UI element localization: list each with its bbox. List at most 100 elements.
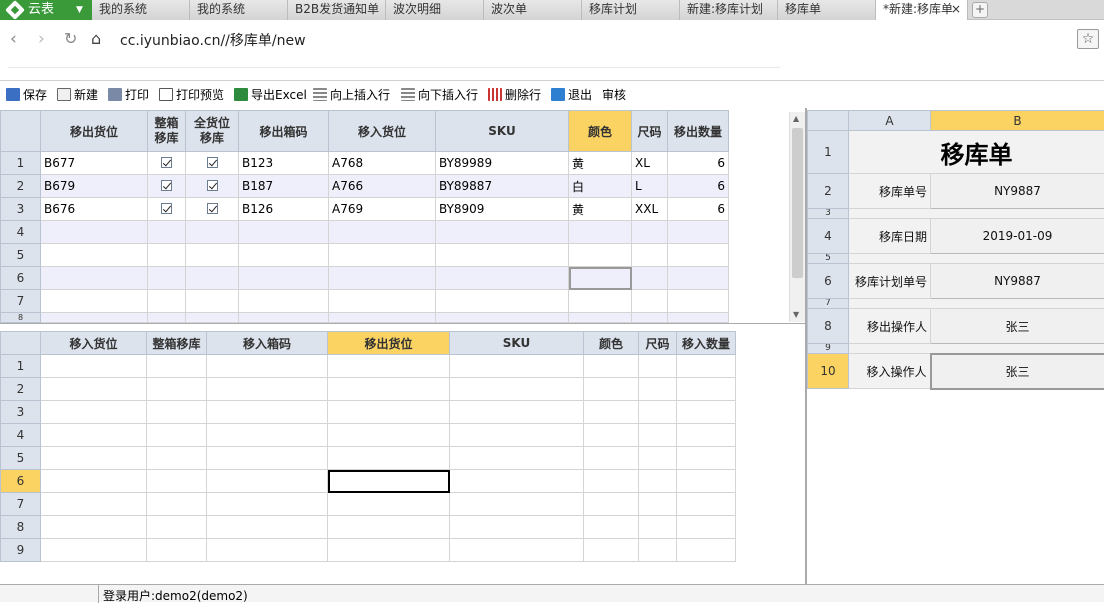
cell[interactable] [207, 516, 328, 539]
col-header[interactable]: 移入箱码 [207, 332, 328, 355]
row-number[interactable]: 3 [1, 401, 41, 424]
cell-to-loc[interactable]: A766 [329, 175, 436, 198]
cell-size[interactable]: L [632, 175, 668, 198]
row-number[interactable]: 7 [1, 290, 41, 313]
row-number[interactable]: 8 [1, 516, 41, 539]
cell[interactable] [677, 424, 736, 447]
cell[interactable] [639, 378, 677, 401]
out-operator-field[interactable]: 张三 [931, 309, 1104, 344]
tab-new-transfer-plan[interactable]: 新建:移库计划 [680, 0, 778, 20]
cell[interactable] [239, 221, 329, 244]
tab-wave-order[interactable]: 波次单 [484, 0, 582, 20]
cell[interactable] [147, 470, 207, 493]
forward-icon[interactable]: › [38, 29, 45, 49]
col-header[interactable]: 整箱移库 [148, 111, 186, 152]
cell[interactable] [677, 401, 736, 424]
checkbox-whole-box[interactable] [161, 157, 172, 168]
save-button[interactable]: 保存 [6, 84, 47, 106]
cell[interactable] [450, 378, 584, 401]
plan-no-field[interactable]: NY9887 [931, 264, 1104, 299]
cell-box-code[interactable]: B126 [239, 198, 329, 221]
scroll-up-icon[interactable]: ▲ [793, 114, 799, 123]
cell[interactable] [668, 313, 729, 323]
cell[interactable] [328, 447, 450, 470]
cell-from-loc[interactable]: B677 [41, 152, 148, 175]
cell[interactable] [239, 313, 329, 323]
cell-sku[interactable]: BY8909 [436, 198, 569, 221]
cell[interactable] [569, 244, 632, 267]
cell[interactable] [147, 355, 207, 378]
chevron-down-icon[interactable]: ▼ [76, 2, 88, 18]
row-number[interactable]: 9 [1, 539, 41, 562]
cell[interactable] [569, 290, 632, 313]
col-header[interactable]: 移出数量 [668, 111, 729, 152]
cell-qty[interactable]: 6 [668, 152, 729, 175]
cell[interactable] [668, 290, 729, 313]
insert-row-below-button[interactable]: 向下插入行 [401, 84, 478, 106]
cell[interactable] [639, 447, 677, 470]
cell[interactable] [147, 539, 207, 562]
col-header[interactable]: SKU [450, 332, 584, 355]
row-number[interactable]: 1 [1, 152, 41, 175]
cell-from-loc[interactable]: B676 [41, 198, 148, 221]
cell[interactable] [147, 424, 207, 447]
cell[interactable] [186, 290, 239, 313]
row-number[interactable]: 1 [808, 131, 849, 174]
row-number[interactable]: 5 [1, 447, 41, 470]
cell[interactable] [639, 401, 677, 424]
cell[interactable] [186, 267, 239, 290]
cell[interactable] [41, 221, 148, 244]
cell[interactable] [632, 313, 668, 323]
checkbox-whole-box[interactable] [161, 180, 172, 191]
cell[interactable] [329, 313, 436, 323]
cell[interactable] [329, 267, 436, 290]
refresh-icon[interactable]: ↻ [64, 29, 77, 49]
print-button[interactable]: 打印 [108, 84, 149, 106]
col-header[interactable]: 颜色 [569, 111, 632, 152]
cell[interactable] [147, 378, 207, 401]
cell[interactable] [436, 221, 569, 244]
cell-color[interactable]: 黄 [569, 152, 632, 175]
cell[interactable] [186, 313, 239, 323]
col-header[interactable]: 移出货位 [328, 332, 450, 355]
cell-sku[interactable]: BY89989 [436, 152, 569, 175]
delete-row-button[interactable]: 删除行 [488, 84, 541, 106]
cell[interactable] [207, 401, 328, 424]
row-number[interactable]: 6 [808, 264, 849, 299]
cell[interactable] [328, 539, 450, 562]
cell-qty[interactable]: 6 [668, 198, 729, 221]
row-number[interactable]: 4 [808, 219, 849, 254]
cell[interactable] [436, 244, 569, 267]
row-number[interactable]: 10 [808, 354, 849, 389]
checkbox-full-loc[interactable] [207, 157, 218, 168]
cell[interactable] [677, 470, 736, 493]
back-icon[interactable]: ‹ [10, 29, 17, 49]
cell[interactable] [239, 290, 329, 313]
cell[interactable] [450, 539, 584, 562]
cell[interactable] [41, 290, 148, 313]
cell[interactable] [569, 313, 632, 323]
cell[interactable] [450, 470, 584, 493]
cell-to-loc[interactable]: A768 [329, 152, 436, 175]
cell[interactable] [148, 267, 186, 290]
scroll-down-icon[interactable]: ▼ [793, 310, 799, 319]
cell[interactable] [207, 378, 328, 401]
tab-transfer-order[interactable]: 移库单 [778, 0, 876, 20]
cell-color[interactable]: 白 [569, 175, 632, 198]
cell[interactable] [677, 447, 736, 470]
selected-cell[interactable] [328, 470, 450, 493]
row-number[interactable]: 7 [808, 299, 849, 309]
cell[interactable] [639, 355, 677, 378]
cell[interactable] [436, 267, 569, 290]
cell[interactable] [450, 516, 584, 539]
cell[interactable] [584, 539, 639, 562]
tab-transfer-plan[interactable]: 移库计划 [582, 0, 680, 20]
tab-my-system-1[interactable]: 我的系统 [92, 0, 190, 20]
cell[interactable] [450, 424, 584, 447]
row-number[interactable]: 6 [1, 267, 41, 290]
row-number[interactable]: 6 [1, 470, 41, 493]
horizontal-splitter[interactable] [0, 323, 806, 331]
audit-button[interactable]: 审核 [602, 84, 626, 106]
cell[interactable] [239, 267, 329, 290]
cell[interactable] [450, 493, 584, 516]
